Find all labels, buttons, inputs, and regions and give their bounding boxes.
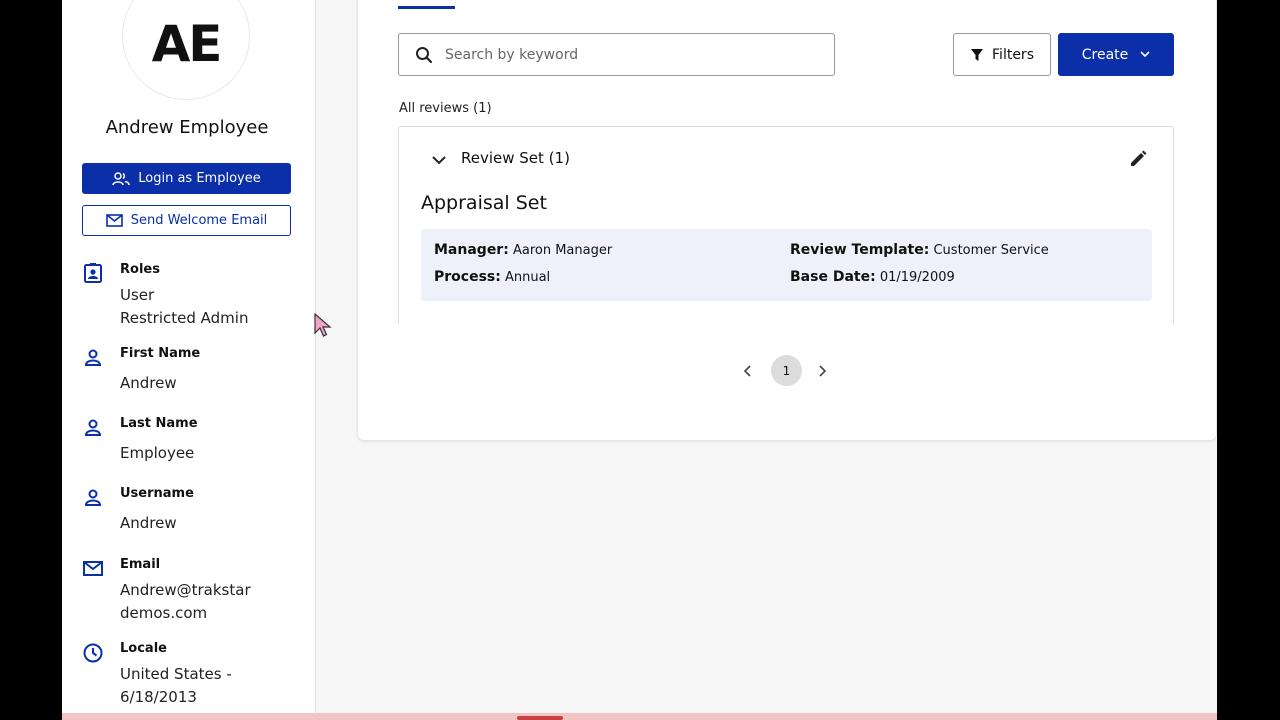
field-value: Andrew [120,374,177,392]
field-value: Employee [120,444,195,462]
field-first-name: First Name Andrew [82,346,302,394]
create-label: Create [1081,46,1129,63]
filters-label: Filters [992,46,1034,63]
all-reviews-count: All reviews (1) [399,101,492,116]
detail-label: Manager: [434,242,509,258]
detail-manager: Manager: Aaron Manager [434,242,612,258]
pagination: 1 [738,355,838,387]
review-set-title: Review Set (1) [461,149,570,167]
detail-label: Process: [434,269,501,285]
detail-label: Base Date: [790,269,876,285]
detail-process: Process: Annual [434,269,550,285]
field-label: Last Name [120,416,198,431]
detail-value: Customer Service [933,243,1049,258]
collapse-chevron-icon[interactable] [429,150,449,170]
profile-name: Andrew Employee [105,117,269,138]
search-icon [416,46,433,63]
field-label: First Name [120,346,201,361]
filter-icon [971,48,984,61]
chevron-right-icon[interactable] [812,361,832,381]
review-details-box: Manager: Aaron Manager Process: Annual R… [421,229,1152,301]
field-value: Andrew [120,514,177,532]
field-locale: Locale United States - 6/18/2013 2:12pm [82,641,302,720]
review-set-panel: Review Set (1) Appraisal Set Manager: Aa… [398,126,1174,324]
detail-base-date: Base Date: 01/19/2009 [790,269,955,285]
chevron-down-icon [1140,51,1150,58]
person-icon [84,419,102,436]
appraisal-set-title: Appraisal Set [421,192,547,214]
create-button[interactable]: Create [1058,33,1174,76]
search-box[interactable] [398,33,835,76]
field-roles: Roles User Restricted Admin [82,262,302,332]
bottom-status-strip [62,713,1217,720]
avatar-initials: AE [151,15,223,73]
field-email: Email Andrew@trakstardemos.com [82,557,302,627]
field-label: Email [120,557,161,572]
edit-pencil-icon[interactable] [1127,148,1149,170]
person-icon [84,349,102,366]
clock-icon [83,643,103,663]
person-icon [84,489,102,506]
users-icon [112,171,131,185]
field-value: Andrew@trakstardemos.com [120,581,251,622]
page-button-current[interactable]: 1 [771,355,802,386]
detail-value: Annual [504,270,551,285]
login-button-label: Login as Employee [138,171,261,186]
contact-card-icon [84,263,102,283]
welcome-button-label: Send Welcome Email [130,213,268,228]
profile-panel: AE Andrew Employee Login as Employee Sen… [62,0,316,720]
mail-icon [105,214,123,227]
filters-button[interactable]: Filters [953,33,1051,76]
avatar: AE [122,0,250,100]
reviews-card: Filters Create All reviews (1) Review Se… [358,0,1216,440]
mail-icon [83,561,103,576]
send-welcome-email-button[interactable]: Send Welcome Email [82,205,291,236]
field-value: User Restricted Admin [120,286,249,327]
active-tab-indicator [398,6,455,9]
detail-label: Review Template: [790,242,930,258]
chevron-left-icon[interactable] [738,361,758,381]
field-value: United States - 6/18/2013 2:12pm [120,665,232,720]
mouse-cursor-icon [314,313,332,337]
strip-marker [517,716,563,720]
app-frame: AE Andrew Employee Login as Employee Sen… [62,0,1217,720]
field-last-name: Last Name Employee [82,416,302,464]
field-username: Username Andrew [82,486,302,534]
login-as-employee-button[interactable]: Login as Employee [82,163,291,194]
field-label: Roles [120,262,160,277]
detail-value: Aaron Manager [512,243,613,258]
field-label: Username [120,486,194,501]
field-label: Locale [120,641,167,656]
search-input[interactable] [445,46,805,63]
detail-review-template: Review Template: Customer Service [790,242,1049,258]
detail-value: 01/19/2009 [879,270,955,285]
